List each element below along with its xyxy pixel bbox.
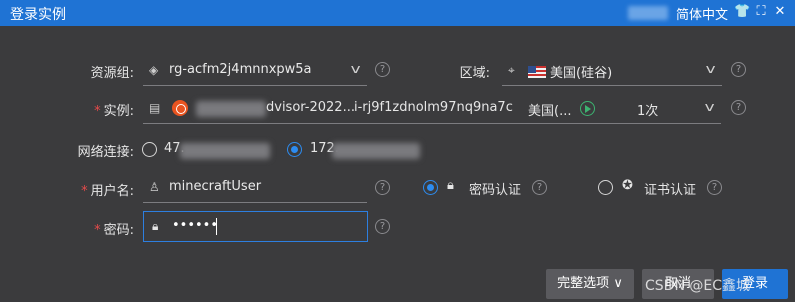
blurred-public-ip: [180, 143, 270, 159]
running-status-icon: [580, 101, 595, 116]
password-auth-radio[interactable]: [423, 180, 438, 195]
private-ip-radio[interactable]: [287, 142, 302, 157]
lock-icon: 🔒︎: [152, 219, 159, 233]
username-label: 用户名:: [90, 184, 134, 199]
chevron-down-icon: v: [350, 62, 361, 76]
blurred-user: [628, 6, 668, 20]
network-label: 网络连接:: [77, 145, 134, 160]
us-flag-icon: [528, 66, 546, 78]
chevron-down-icon: ∨: [613, 276, 623, 291]
region-label: 区域:: [459, 66, 490, 81]
resource-group-select[interactable]: ◈ rg-acfm2j4mnnxpw5a v: [143, 56, 367, 86]
help-icon[interactable]: ?: [731, 100, 746, 115]
certificate-icon: ✪: [622, 178, 633, 193]
password-value: ••••••: [172, 218, 219, 233]
public-ip-radio[interactable]: [142, 142, 157, 157]
lock-icon: 🔒︎: [447, 178, 454, 193]
username-value: minecraftUser: [169, 179, 262, 194]
instance-count: 1次: [637, 104, 659, 119]
layers-icon: ◈: [149, 63, 159, 77]
cert-auth-radio[interactable]: [598, 180, 613, 195]
chevron-down-icon: v: [705, 62, 716, 76]
help-icon[interactable]: ?: [375, 180, 390, 195]
region-value: 美国(硅谷): [550, 66, 613, 81]
help-icon[interactable]: ?: [375, 62, 390, 77]
password-label: 密码:: [103, 223, 134, 238]
username-input[interactable]: ♙ minecraftUser: [143, 173, 367, 203]
chevron-down-icon: v: [704, 100, 715, 114]
window-title: 登录实例: [10, 7, 66, 23]
blurred-instance-name: [196, 101, 266, 117]
title-bar: 登录实例 简体中文 👕 ⛶ ✕: [0, 0, 795, 26]
language-selector[interactable]: 简体中文: [676, 4, 728, 23]
help-icon[interactable]: ?: [707, 180, 722, 195]
instance-id: i-rj9f1zdnolm97nq9na7c: [354, 100, 513, 115]
watermark: CSDN @EC鑫城: [645, 278, 750, 294]
password-auth-label: 密码认证: [469, 183, 522, 198]
instance-region: 美国(...: [528, 104, 572, 119]
advanced-options-button[interactable]: 完整选项 ∨: [546, 269, 634, 299]
password-input[interactable]: 🔒︎ ••••••: [143, 211, 368, 242]
shirt-icon[interactable]: 👕: [734, 3, 750, 21]
ubuntu-icon: [172, 100, 188, 116]
resource-group-value: rg-acfm2j4mnnxpw5a: [169, 62, 312, 77]
instance-name: dvisor-2022...: [266, 100, 355, 115]
blurred-private-ip: [332, 143, 420, 159]
fullscreen-icon[interactable]: ⛶: [753, 3, 769, 21]
help-icon[interactable]: ?: [532, 180, 547, 195]
location-icon: ⌖: [508, 63, 515, 77]
region-select[interactable]: ⌖ 美国(硅谷) v: [502, 56, 722, 86]
cert-auth-label: 证书认证: [644, 183, 697, 198]
help-icon[interactable]: ?: [731, 62, 746, 77]
instance-label: 实例:: [103, 104, 134, 119]
text-cursor: [216, 218, 217, 235]
help-icon[interactable]: ?: [375, 219, 390, 234]
user-icon: ♙: [149, 180, 160, 194]
server-icon: ▤: [149, 101, 161, 115]
close-icon[interactable]: ✕: [772, 3, 788, 21]
resource-group-label: 资源组:: [90, 66, 134, 81]
advanced-options-label: 完整选项: [557, 276, 610, 291]
